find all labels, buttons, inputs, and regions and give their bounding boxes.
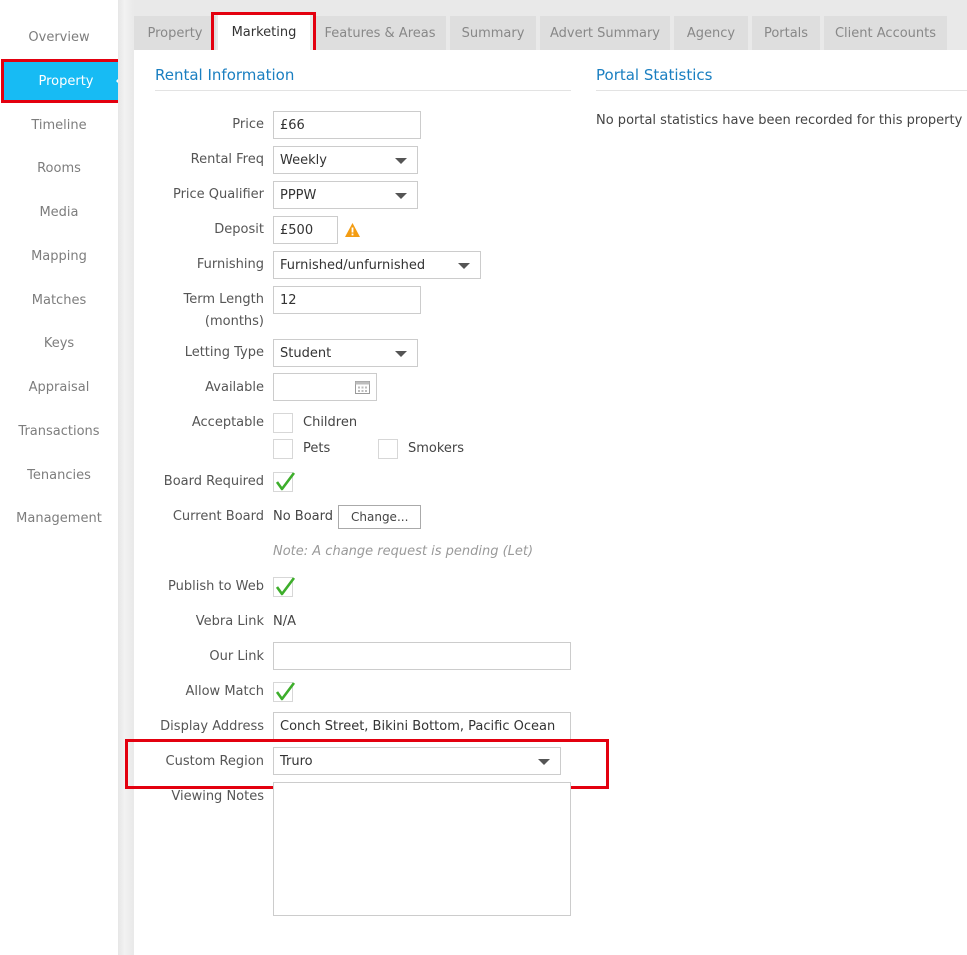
- available-label: Available: [205, 380, 264, 395]
- rental-freq-label: Rental Freq: [190, 152, 264, 167]
- term-length-input[interactable]: [273, 286, 421, 314]
- chevron-down-icon: [395, 351, 407, 357]
- our-link-label: Our Link: [209, 649, 264, 664]
- pets-label: Pets: [303, 441, 331, 456]
- tab-advert-summary[interactable]: Advert Summary: [540, 16, 670, 50]
- sidebar-item-label: Property: [38, 73, 94, 89]
- viewing-notes-label: Viewing Notes: [171, 789, 264, 804]
- sidebar-item-keys[interactable]: Keys: [0, 323, 118, 363]
- deposit-label: Deposit: [214, 222, 264, 237]
- tab-client-accounts[interactable]: Client Accounts: [824, 16, 947, 50]
- chevron-down-icon: [458, 263, 470, 269]
- checkmark-icon: [275, 577, 296, 596]
- publish-to-web-label: Publish to Web: [168, 579, 264, 594]
- sidebar-divider: [118, 0, 134, 955]
- marketing-panel: Rental Information Portal Statistics No …: [125, 50, 967, 955]
- sidebar: Overview Property Timeline Rooms Media M…: [0, 0, 131, 955]
- tab-property[interactable]: Property: [134, 16, 216, 50]
- tab-bar: Property Marketing Features & Areas Summ…: [134, 0, 967, 50]
- vebra-link-label: Vebra Link: [195, 614, 264, 629]
- acceptable-label: Acceptable: [191, 415, 264, 430]
- tab-portals[interactable]: Portals: [752, 16, 820, 50]
- letting-type-value: Student: [280, 345, 332, 361]
- sidebar-item-tenancies[interactable]: Tenancies: [0, 455, 118, 495]
- letting-type-select[interactable]: Student: [273, 339, 418, 367]
- children-label: Children: [303, 415, 358, 430]
- smokers-label: Smokers: [408, 441, 465, 456]
- board-required-checkbox[interactable]: [273, 472, 296, 492]
- current-board-value: No Board: [273, 509, 334, 524]
- rental-information-heading: Rental Information: [155, 66, 571, 91]
- tab-features-areas[interactable]: Features & Areas: [314, 16, 446, 50]
- price-qualifier-value: PPPW: [280, 187, 317, 203]
- chevron-down-icon: [538, 759, 550, 765]
- publish-to-web-checkbox[interactable]: [273, 577, 296, 597]
- display-address-input[interactable]: [273, 712, 571, 740]
- letting-type-label: Letting Type: [184, 345, 264, 360]
- price-qualifier-label: Price Qualifier: [172, 187, 264, 202]
- pending-change-note: Note: A change request is pending (Let): [273, 544, 534, 559]
- sidebar-item-mapping[interactable]: Mapping: [0, 236, 118, 276]
- furnishing-select[interactable]: Furnished/unfurnished: [273, 251, 481, 279]
- sidebar-item-appraisal[interactable]: Appraisal: [0, 367, 118, 407]
- sidebar-item-property[interactable]: Property: [4, 61, 130, 101]
- board-required-label: Board Required: [163, 474, 264, 489]
- smokers-checkbox[interactable]: [378, 439, 398, 459]
- sidebar-item-timeline[interactable]: Timeline: [0, 105, 118, 145]
- portal-statistics-message: No portal statistics have been recorded …: [596, 113, 963, 128]
- tab-agency[interactable]: Agency: [674, 16, 748, 50]
- warning-icon[interactable]: [344, 222, 361, 238]
- furnishing-label: Furnishing: [196, 257, 264, 272]
- checkmark-icon: [275, 472, 296, 491]
- sidebar-item-management[interactable]: Management: [0, 498, 118, 538]
- allow-match-label: Allow Match: [185, 684, 264, 699]
- portal-statistics-heading: Portal Statistics: [596, 66, 967, 91]
- display-address-label: Display Address: [160, 719, 264, 734]
- price-qualifier-select[interactable]: PPPW: [273, 181, 418, 209]
- custom-region-select[interactable]: Truro: [273, 747, 561, 775]
- sidebar-item-media[interactable]: Media: [0, 192, 118, 232]
- chevron-down-icon: [395, 193, 407, 199]
- furnishing-value: Furnished/unfurnished: [280, 257, 426, 273]
- tab-summary[interactable]: Summary: [450, 16, 536, 50]
- rental-freq-value: Weekly: [280, 152, 327, 168]
- price-label: Price: [232, 117, 264, 132]
- pets-checkbox[interactable]: [273, 439, 293, 459]
- chevron-down-icon: [395, 158, 407, 164]
- term-length-label: Term Length: [183, 292, 264, 307]
- sidebar-item-overview[interactable]: Overview: [0, 17, 118, 57]
- allow-match-checkbox[interactable]: [273, 682, 296, 702]
- rental-freq-select[interactable]: Weekly: [273, 146, 418, 174]
- sidebar-item-rooms[interactable]: Rooms: [0, 148, 118, 188]
- vebra-link-value: N/A: [273, 614, 296, 629]
- sidebar-item-matches[interactable]: Matches: [0, 280, 118, 320]
- deposit-input[interactable]: [273, 216, 338, 244]
- our-link-input[interactable]: [273, 642, 571, 670]
- current-board-label: Current Board: [172, 509, 264, 524]
- custom-region-value: Truro: [280, 753, 313, 769]
- children-checkbox[interactable]: [273, 413, 293, 433]
- term-length-unit-label: (months): [204, 314, 264, 329]
- checkmark-icon: [275, 682, 296, 701]
- custom-region-label: Custom Region: [165, 754, 264, 769]
- price-input[interactable]: [273, 111, 421, 139]
- viewing-notes-textarea[interactable]: [273, 782, 571, 916]
- tab-marketing[interactable]: Marketing: [218, 14, 310, 50]
- calendar-icon[interactable]: [355, 380, 370, 394]
- change-board-button[interactable]: Change...: [338, 505, 422, 529]
- sidebar-item-transactions[interactable]: Transactions: [0, 411, 118, 451]
